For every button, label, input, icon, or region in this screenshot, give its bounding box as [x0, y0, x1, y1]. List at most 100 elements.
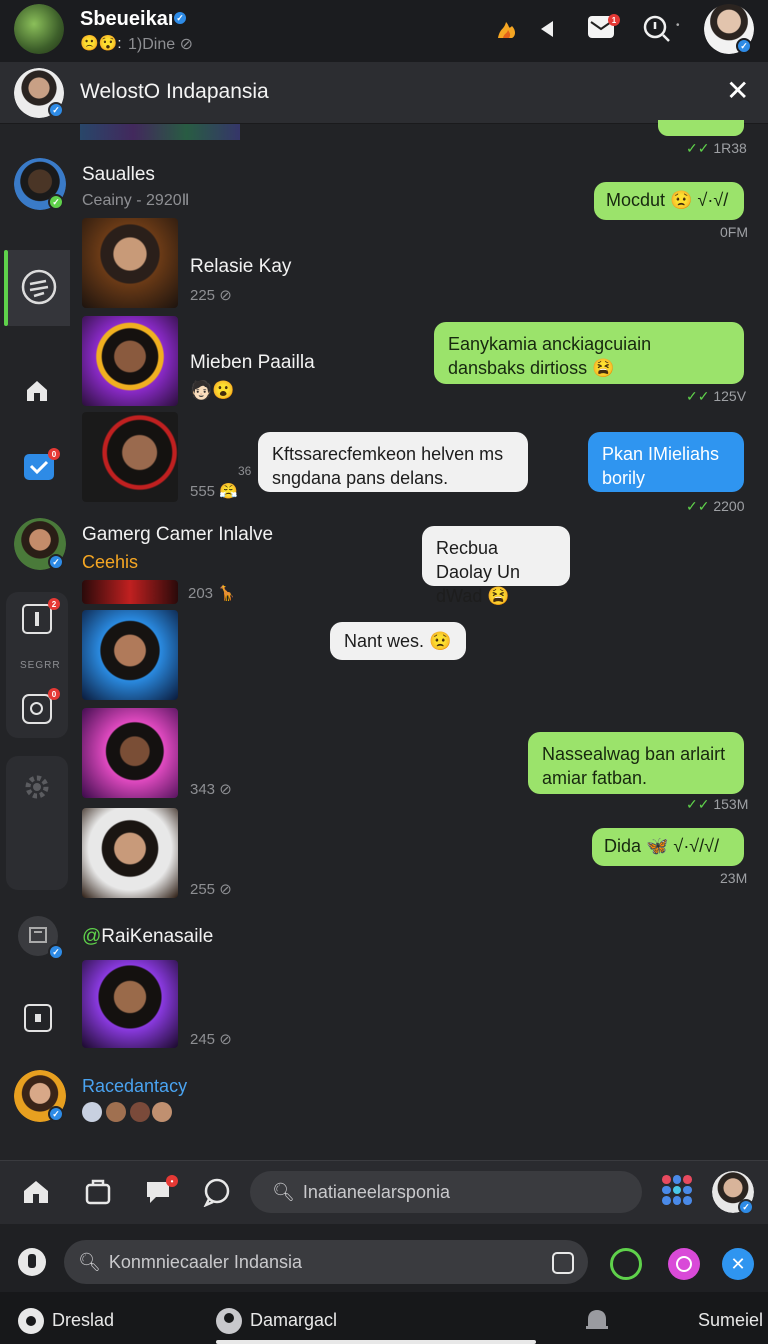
flame-icon[interactable]	[494, 16, 520, 42]
message-time-text: 2200	[713, 498, 745, 514]
home-icon[interactable]	[24, 378, 50, 404]
record-icon[interactable]	[18, 1308, 44, 1334]
read-check-icon: ✓✓	[686, 140, 714, 156]
chat-bubbles-icon	[21, 269, 57, 305]
speed-icon[interactable]	[610, 1248, 642, 1280]
home-icon[interactable]	[22, 1179, 50, 1205]
conv-name-link[interactable]: Racedantacy	[82, 1076, 187, 1097]
conv-thumb[interactable]	[82, 412, 178, 502]
gear-icon[interactable]	[22, 772, 52, 802]
attach-icon[interactable]	[552, 1252, 574, 1274]
search-icon[interactable]	[642, 14, 672, 42]
footer-bar: Dreslad Damargacl Sumeiel	[0, 1292, 768, 1344]
channel-title: Sbeueikan	[80, 8, 181, 30]
camera-icon[interactable]	[22, 694, 52, 724]
message-bubble[interactable]: Nant wes. 😟	[330, 622, 466, 660]
close-button[interactable]: ✕	[726, 74, 749, 107]
conv-thumb[interactable]	[82, 960, 178, 1048]
message-bubble-partial[interactable]	[658, 120, 744, 136]
nav-verified-icon: ✓	[738, 1199, 754, 1215]
bag-icon[interactable]	[84, 1177, 112, 1205]
home-indicator	[216, 1340, 536, 1344]
chat-icon[interactable]	[202, 1177, 232, 1207]
verified-icon: ✓	[172, 10, 188, 26]
apps-grid-icon[interactable]	[662, 1175, 692, 1205]
lock-icon[interactable]	[24, 1004, 52, 1032]
info-badge: 2	[48, 598, 60, 610]
message-bubble[interactable]: Nassealwag ban arlairt amiar fatban.	[528, 732, 744, 794]
footer-right-label[interactable]: Sumeiel	[698, 1310, 763, 1331]
nav-search-input[interactable]: 🔍︎ Inatianeelarsponia	[250, 1171, 642, 1213]
conv-thumb[interactable]	[82, 708, 178, 798]
reaction-avatars	[82, 1102, 174, 1124]
top-bar: Sbeueikan ✓ 🙁😯: 1)Dine ⊘ 1 • ✓	[0, 0, 768, 62]
conv-sub-highlight: Ceehis	[82, 552, 139, 572]
conv-thumb[interactable]	[82, 316, 178, 406]
message-time: ✓✓ 1R38	[686, 140, 747, 157]
message-bubble[interactable]: Mocdut 😟 √·√/	[594, 182, 744, 220]
conv-name: Gamerg Camer Inlalve	[82, 524, 274, 545]
message-bubble[interactable]: Pkan IMieliahs borily	[588, 432, 744, 492]
profile-verified-icon: ✓	[736, 38, 752, 54]
mail-badge: 1	[608, 14, 620, 26]
channel-avatar[interactable]	[14, 4, 64, 54]
conv-thumb[interactable]	[82, 610, 178, 700]
nav-search-placeholder: Inatianeelarsponia	[302, 1181, 450, 1202]
footer-mid-label[interactable]: Damargacl	[250, 1310, 337, 1331]
conv-thumb[interactable]	[82, 808, 178, 898]
info-icon[interactable]	[22, 604, 52, 634]
camera-badge: 0	[48, 688, 60, 700]
conv-thumb[interactable]	[82, 218, 178, 308]
conv-name: Relasie Kay	[190, 256, 292, 277]
message-time: ✓✓ 2200	[686, 498, 745, 515]
search-bar: 🔍︎ Konmniecaaler Indansia ✕	[0, 1224, 768, 1292]
conv-side-num: 36	[238, 464, 252, 478]
chat-header: ✓ WelostO Indapansia ✕	[0, 62, 768, 124]
at-icon: @	[82, 926, 102, 947]
conv-meta: 🧑🏻😮	[190, 380, 235, 400]
rail-label: SEGRR	[20, 660, 61, 671]
message-bubble[interactable]: Dida 🦋 √·√/√/	[592, 828, 744, 866]
conv-thumb-strip	[82, 580, 178, 604]
search-chevron-icon[interactable]: •	[676, 20, 680, 31]
search-icon: 🔍︎	[272, 1181, 295, 1202]
message-time: ✓✓ 153M	[686, 796, 748, 813]
message-time: 0FM	[720, 224, 748, 240]
message-time: ✓✓ 125V	[686, 388, 746, 405]
conv-meta: 555 😤	[190, 483, 238, 500]
search-icon: 🔍︎	[78, 1251, 101, 1272]
music-icon[interactable]	[18, 1248, 46, 1276]
podcast-icon[interactable]	[668, 1248, 700, 1280]
chat-title: WelostO Indapansia	[80, 80, 269, 103]
read-check-icon: ✓✓	[686, 796, 714, 812]
conv-meta: 343 ⊘	[190, 781, 232, 798]
conv-verified-icon: ✓	[48, 1106, 64, 1122]
bell-icon[interactable]	[584, 1306, 610, 1334]
conv-meta: 255 ⊘	[190, 881, 232, 898]
read-check-icon: ✓✓	[686, 498, 714, 514]
thumb-strip	[80, 124, 240, 140]
app-window: Sbeueikan ✓ 🙁😯: 1)Dine ⊘ 1 • ✓ ✓ WelostO…	[0, 0, 768, 1344]
conv-name-tagged: @RaiKenasaile	[82, 926, 213, 948]
conv-sub: Ceainy - 2920Ⅱ	[82, 192, 190, 209]
rail-active-item[interactable]	[8, 250, 70, 326]
status-text: 1)Dine ⊘	[128, 36, 193, 53]
message-time-text: 153M	[713, 796, 749, 812]
share-icon[interactable]: ✕	[722, 1248, 754, 1280]
conv-meta: 225 ⊘	[190, 287, 232, 304]
conv-verified-icon: ✓	[48, 554, 64, 570]
conv-name: Saualles	[82, 164, 155, 185]
rail-badge: 0	[48, 448, 60, 460]
bottom-search-input[interactable]: 🔍︎ Konmniecaaler Indansia	[64, 1240, 588, 1284]
message-bubble[interactable]: Kftssarecfemkeon helven ms sngdana pans …	[258, 432, 528, 492]
message-bubble[interactable]: Eanykamia anckiagcuiain dansbaks dirtios…	[434, 322, 744, 384]
message-time-text: 1R38	[713, 140, 747, 156]
nav-bar: • 🔍︎ Inatianeelarsponia ✓	[0, 1160, 768, 1224]
conv-meta: 245 ⊘	[190, 1031, 232, 1048]
message-bubble[interactable]: Recbua Daolay Un dWad 😫	[422, 526, 570, 606]
speaker-icon[interactable]	[538, 18, 560, 40]
footer-left-label[interactable]: Dreslad	[52, 1310, 114, 1331]
message-time-text: 125V	[713, 388, 747, 404]
read-check-icon: ✓✓	[686, 388, 714, 404]
user-icon[interactable]	[216, 1308, 242, 1334]
